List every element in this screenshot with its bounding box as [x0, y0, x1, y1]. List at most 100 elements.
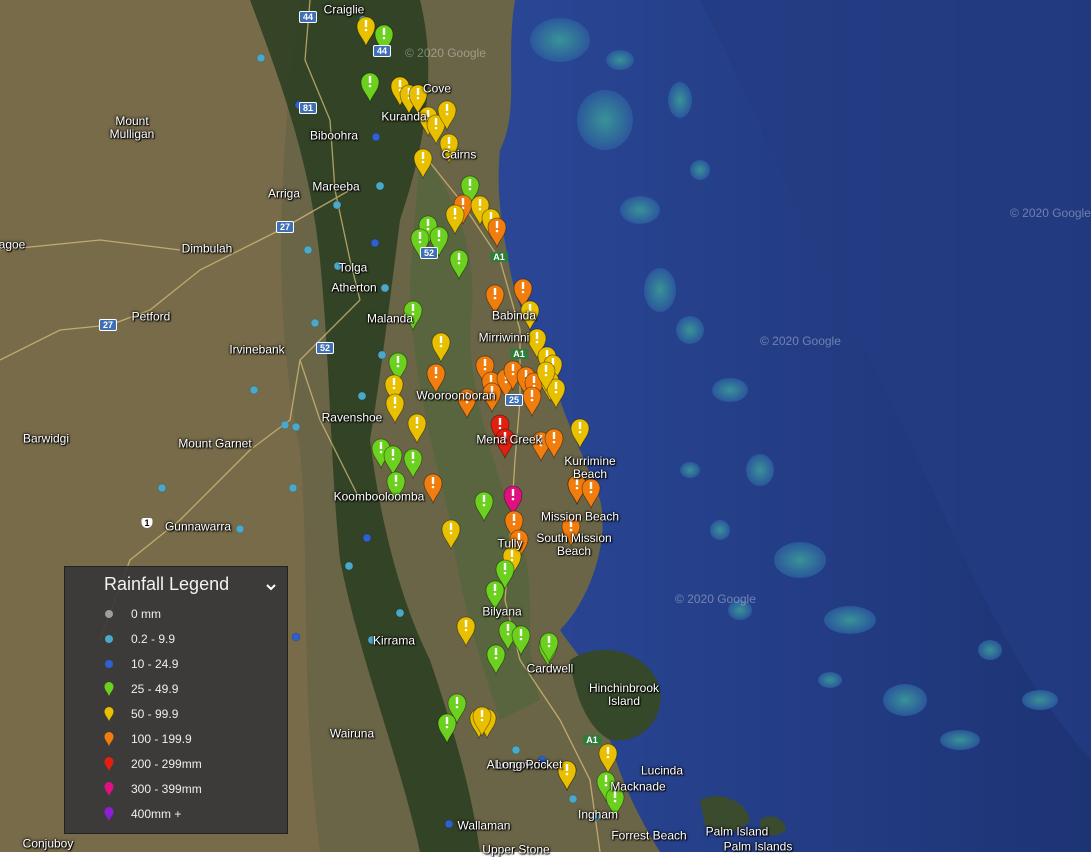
legend-item-label: 50 - 99.9 — [131, 707, 179, 721]
legend-item: 0 mm — [101, 603, 161, 625]
place-label: Upper Stone — [482, 842, 550, 857]
legend-item: 300 - 399mm — [101, 778, 202, 800]
road-shield: 27 — [98, 319, 118, 331]
gauge-dot[interactable] — [362, 533, 372, 543]
pin-swatch — [104, 757, 114, 771]
place-label: Ingham — [577, 807, 619, 822]
place-label: Cove — [422, 81, 452, 96]
gauge-dot[interactable] — [344, 561, 354, 571]
road-shield: 81 — [298, 102, 318, 114]
pin-icon — [101, 731, 117, 747]
place-label: Ravenshoe — [321, 410, 383, 425]
gauge-dot[interactable] — [380, 283, 390, 293]
gauge-dot[interactable] — [291, 422, 301, 432]
gauge-dot[interactable] — [256, 53, 266, 63]
place-label: Gunnawarra — [164, 519, 232, 534]
legend-item: 200 - 299mm — [101, 753, 202, 775]
place-label: Mareeba — [312, 179, 360, 194]
place-label: Wooroonooran — [416, 388, 496, 403]
gauge-dot[interactable] — [357, 391, 367, 401]
legend-item: 10 - 24.9 — [101, 653, 178, 675]
gauge-dot[interactable] — [568, 794, 578, 804]
place-label: Forrest Beach — [611, 828, 687, 843]
gauge-dot[interactable] — [235, 524, 245, 534]
legend-item-label: 300 - 399mm — [131, 782, 202, 796]
place-label: Craiglie — [323, 2, 365, 17]
pin-icon — [101, 706, 117, 722]
gauge-dot[interactable] — [249, 385, 259, 395]
gauge-dot[interactable] — [511, 745, 521, 755]
place-label: South Mission Beach — [536, 530, 612, 558]
legend-item: 25 - 49.9 — [101, 678, 178, 700]
place-label: Koombooloomba — [333, 489, 425, 504]
legend-item-label: 10 - 24.9 — [131, 657, 179, 671]
place-label: Tolga — [338, 260, 368, 275]
place-label: Hinchinbrook Island — [588, 680, 660, 708]
place-label: Mirriwinni — [478, 330, 530, 345]
road-shield: A1 — [490, 252, 508, 262]
place-label: Kirrama — [372, 633, 416, 648]
road-shield: 44 — [298, 11, 318, 23]
gauge-dot[interactable] — [280, 420, 290, 430]
pin-swatch — [104, 807, 114, 821]
road-shield: 44 — [372, 45, 392, 57]
dot-swatch — [105, 660, 113, 668]
dot-icon — [101, 631, 117, 647]
legend-item-label: 0.2 - 9.9 — [131, 632, 176, 646]
place-label: Irvinebank — [229, 342, 285, 357]
gauge-dot[interactable] — [444, 819, 454, 829]
place-label: Barwidgi — [22, 431, 70, 446]
gauge-dot[interactable] — [375, 181, 385, 191]
google-watermark: © 2020 Google — [1010, 206, 1091, 220]
dot-swatch — [105, 635, 113, 643]
gauge-dot[interactable] — [395, 608, 405, 618]
legend-item-label: 200 - 299mm — [131, 757, 202, 771]
legend-item-label: 100 - 199.9 — [131, 732, 192, 746]
gauge-dot[interactable] — [310, 318, 320, 328]
road-shield: 27 — [275, 221, 295, 233]
gauge-dot[interactable] — [288, 483, 298, 493]
place-label: Biboohra — [309, 128, 359, 143]
road-shield: 25 — [504, 394, 524, 406]
place-label: Wallaman — [457, 818, 511, 833]
place-label: Kuranda — [381, 109, 427, 124]
dot-icon — [101, 606, 117, 622]
place-label: Lucinda — [640, 763, 684, 778]
place-label: Mount Garnet — [178, 436, 252, 451]
gauge-dot[interactable] — [377, 350, 387, 360]
rainfall-legend: Rainfall Legend 0 mm 0.2 - 9.9 10 - 24.9 25… — [64, 566, 288, 834]
place-label: Cardwell — [526, 661, 574, 676]
google-watermark: © 2020 Google — [405, 46, 486, 60]
legend-item-label: 0 mm — [131, 607, 161, 621]
road-shield: 52 — [315, 342, 335, 354]
place-label: Malanda — [366, 311, 414, 326]
pin-icon — [101, 681, 117, 697]
place-label: Mount Mulligan — [109, 113, 155, 141]
road-shield: A1 — [510, 349, 528, 359]
google-watermark: © 2020 Google — [760, 334, 841, 348]
gauge-dot[interactable] — [332, 200, 342, 210]
pin-icon — [101, 781, 117, 797]
place-label: Macknade — [610, 779, 666, 794]
pin-swatch — [104, 732, 114, 746]
gauge-dot[interactable] — [157, 483, 167, 493]
place-label: Mission Beach — [540, 509, 620, 524]
legend-item-label: 25 - 49.9 — [131, 682, 179, 696]
gauge-dot[interactable] — [371, 132, 381, 142]
gauge-dot[interactable] — [291, 632, 301, 642]
pin-icon — [101, 756, 117, 772]
dot-swatch — [105, 610, 113, 618]
place-label: Petford — [131, 309, 171, 324]
place-label: Long Pocket — [495, 757, 563, 772]
pin-icon — [101, 806, 117, 822]
place-label: agoe — [0, 237, 26, 252]
place-label: Palm Island — [705, 824, 769, 839]
gauge-dot[interactable] — [370, 238, 380, 248]
place-label: Atherton — [331, 280, 377, 295]
legend-item: 0.2 - 9.9 — [101, 628, 175, 650]
place-label: Kurrimine Beach — [564, 453, 616, 481]
place-label: Conjuboy — [22, 836, 74, 851]
pin-swatch — [104, 707, 114, 721]
gauge-dot[interactable] — [303, 245, 313, 255]
chevron-down-icon[interactable] — [265, 581, 277, 593]
